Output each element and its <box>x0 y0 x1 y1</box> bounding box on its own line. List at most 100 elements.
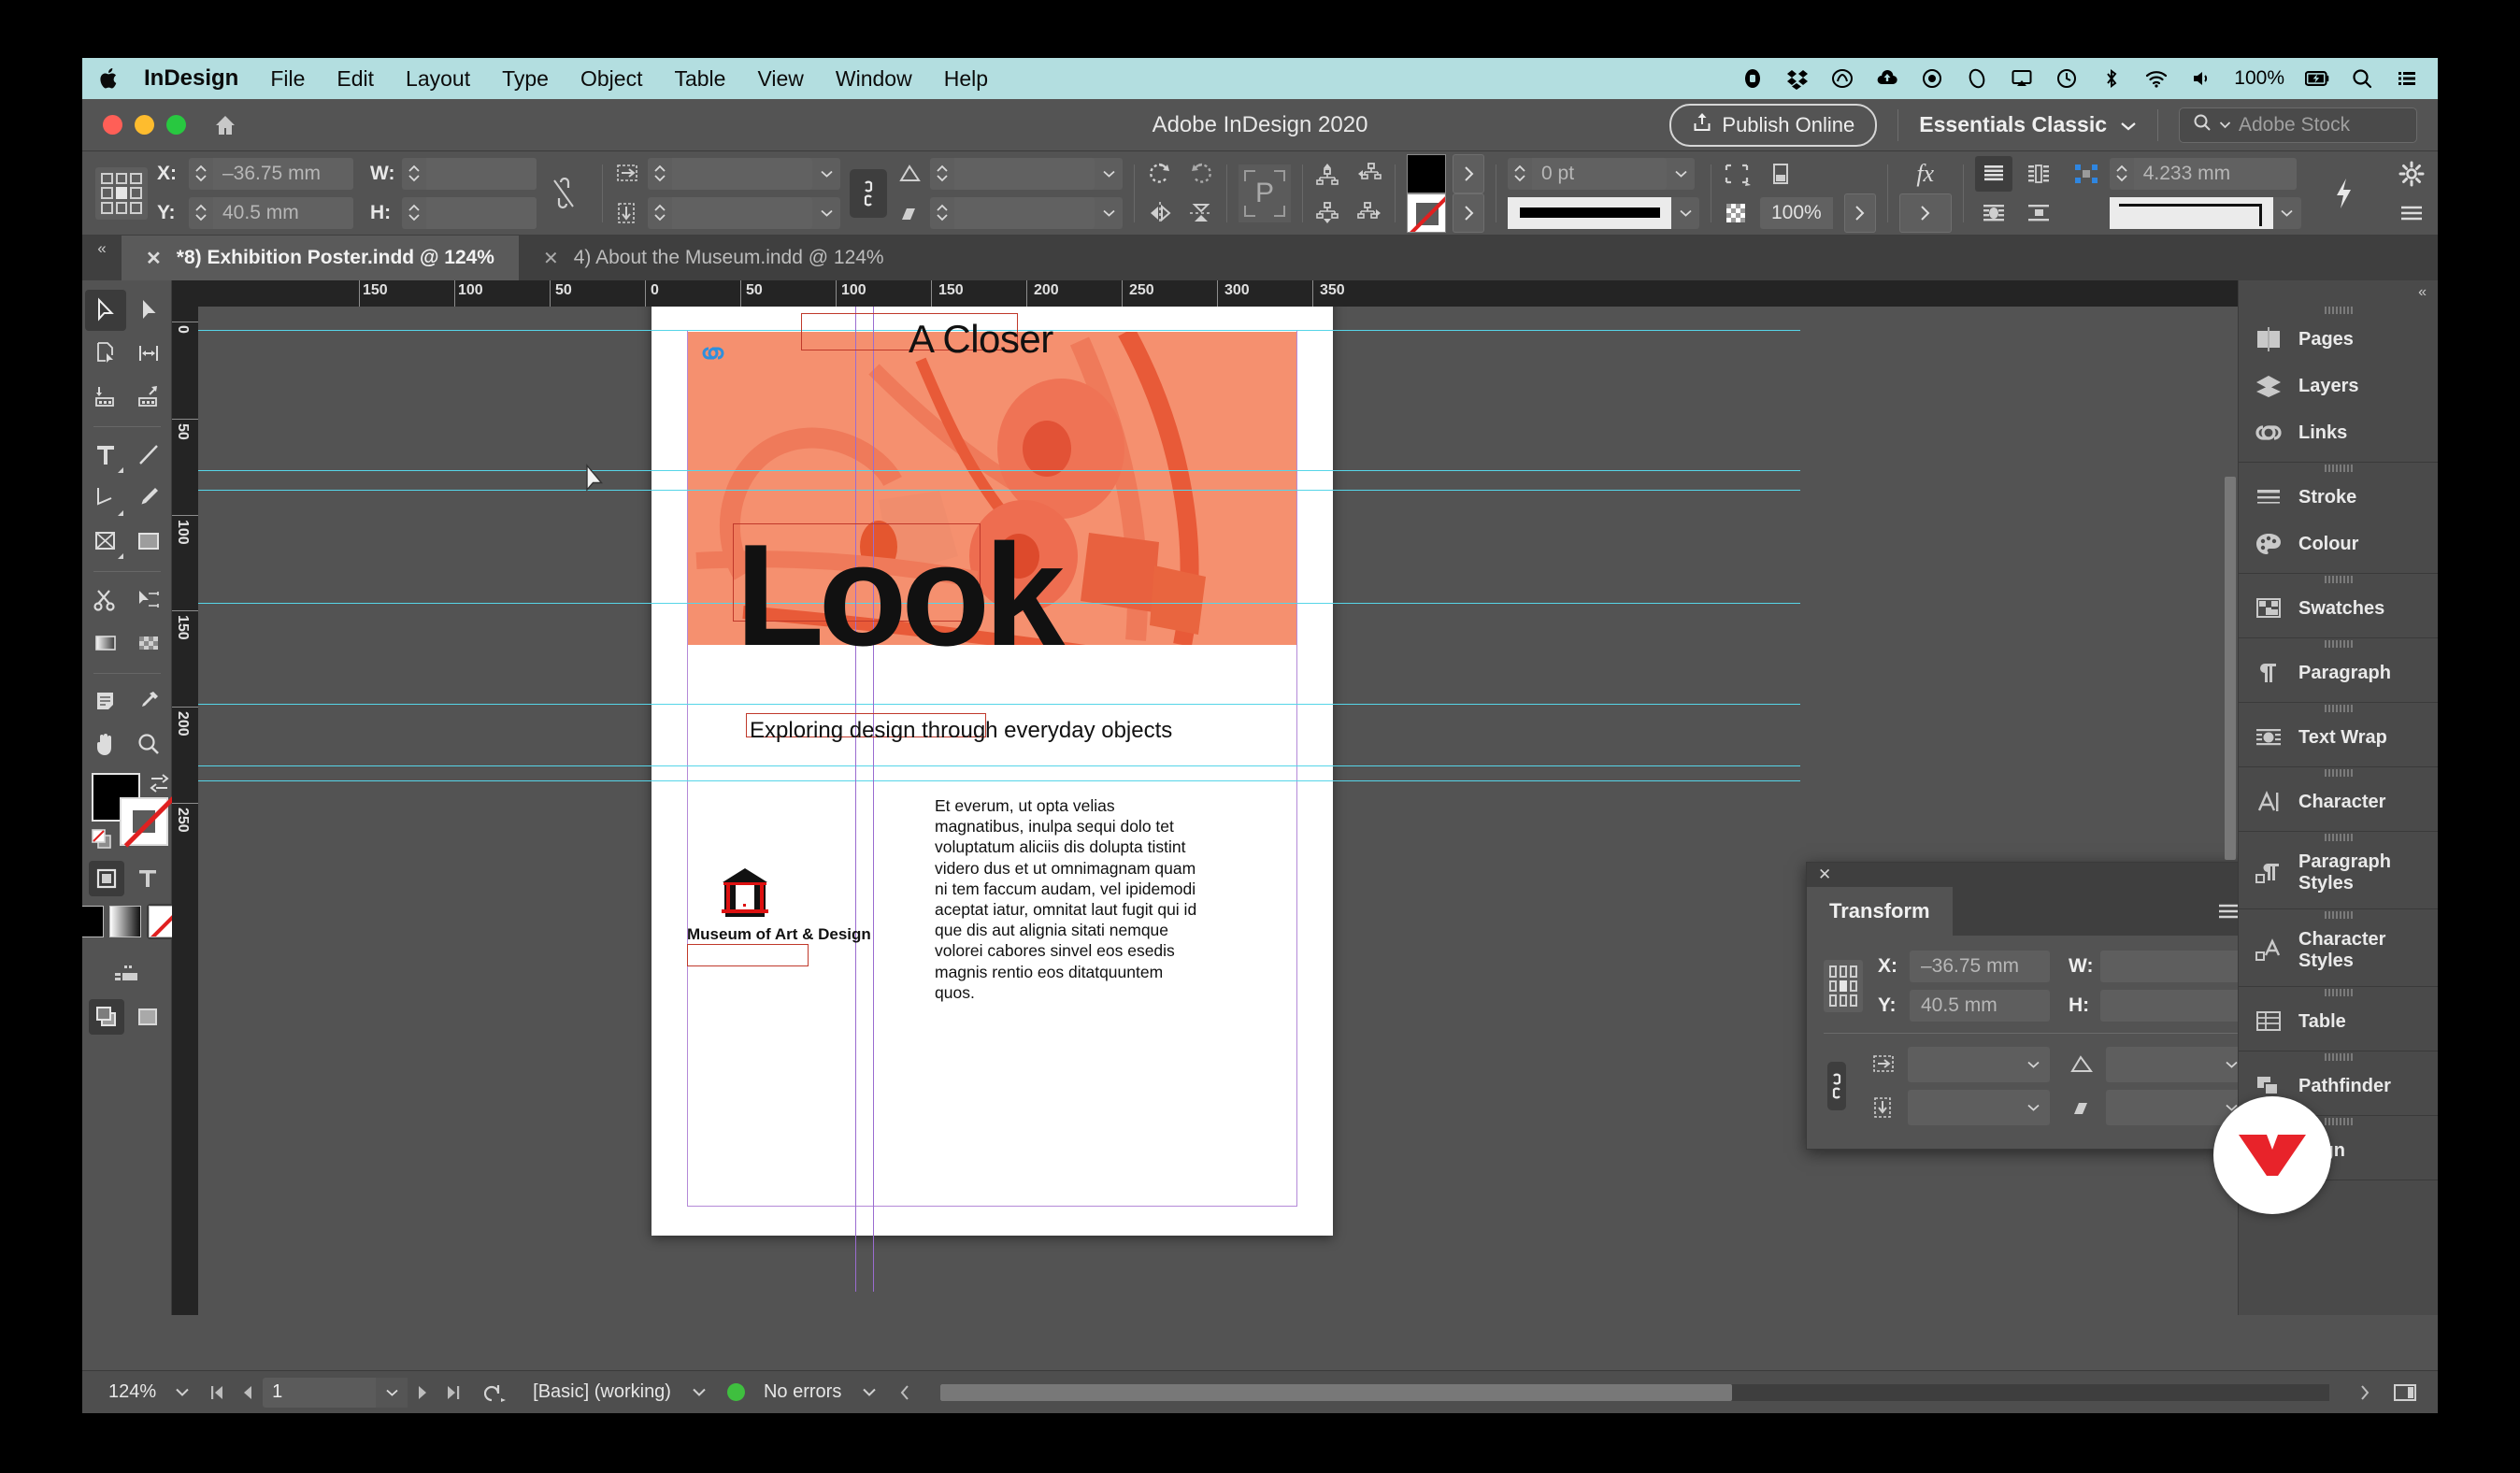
menu-help[interactable]: Help <box>928 66 1004 92</box>
lightning-quick-apply-icon[interactable] <box>2331 175 2355 212</box>
headline-main-text[interactable]: Look <box>736 522 1065 667</box>
wrap-object-shape-icon[interactable] <box>1975 195 2012 231</box>
stroke-weight-value[interactable]: 0 pt <box>1532 157 1667 190</box>
dock-grip[interactable] <box>2239 703 2438 714</box>
horizontal-scrollbar[interactable] <box>922 1371 2348 1413</box>
affects-text-icon[interactable] <box>130 861 165 896</box>
stroke-options-button[interactable] <box>1453 193 1484 233</box>
stepper-icon[interactable] <box>189 204 213 222</box>
screen-record-icon[interactable] <box>1740 66 1765 91</box>
dock-item-links[interactable]: Links <box>2239 409 2438 456</box>
stepper-icon[interactable] <box>930 164 954 182</box>
ref-pt-center[interactable] <box>1840 980 1847 993</box>
dock-item-pages[interactable]: Pages <box>2239 316 2438 363</box>
w-field[interactable] <box>402 157 537 190</box>
chain-link-icon[interactable] <box>1827 1062 1846 1110</box>
cloud-upload-icon[interactable] <box>1875 66 1899 91</box>
chevron-down-icon[interactable] <box>1095 169 1123 179</box>
preview-mode-alt-icon[interactable] <box>130 999 165 1035</box>
zoom-tool[interactable] <box>128 724 169 765</box>
dock-item-layers[interactable]: Layers <box>2239 363 2438 409</box>
content-collector-tool[interactable] <box>85 376 126 417</box>
vertical-guide[interactable] <box>855 307 856 1292</box>
close-icon[interactable]: ✕ <box>146 247 162 270</box>
adobe-stock-search[interactable]: Adobe Stock <box>2179 107 2417 143</box>
apple-icon[interactable] <box>99 66 120 91</box>
chain-link-icon[interactable] <box>850 168 887 218</box>
gradient-feather-tool[interactable] <box>128 622 169 664</box>
menu-edit[interactable]: Edit <box>321 66 390 92</box>
stroke-weight-field[interactable]: 0 pt <box>1508 157 1695 190</box>
select-content-page-icon[interactable] <box>1768 162 1794 186</box>
swap-fill-stroke-icon[interactable] <box>148 773 172 798</box>
airplay-icon[interactable] <box>2010 66 2034 91</box>
volume-icon[interactable] <box>2189 66 2213 91</box>
dock-grip[interactable] <box>2239 909 2438 921</box>
h-field[interactable] <box>402 196 537 229</box>
stepper-icon[interactable] <box>648 204 672 222</box>
pen-tool[interactable] <box>85 478 126 519</box>
stroke-swatch[interactable] <box>1407 193 1446 233</box>
document-canvas[interactable]: 150 100 50 0 50 100 150 200 250 300 350 <box>172 280 2438 1315</box>
affects-container-icon[interactable] <box>88 861 124 896</box>
body-text[interactable]: Et everum, ut opta velias magnatibus, in… <box>935 795 1200 1003</box>
scale-y-value[interactable] <box>672 196 812 229</box>
ref-pt-center[interactable] <box>115 187 128 199</box>
opacity-options-button[interactable] <box>1843 193 1876 233</box>
maximize-window-button[interactable] <box>166 115 186 135</box>
effects-options-button[interactable] <box>1898 193 1952 233</box>
ref-pt[interactable] <box>101 201 113 214</box>
scale-y-field[interactable] <box>1908 1090 2050 1125</box>
collapse-chevrons-icon[interactable]: « <box>2239 280 2438 305</box>
chevron-down-icon[interactable] <box>376 1377 408 1408</box>
free-transform-tool[interactable] <box>128 579 169 621</box>
scissors-tool[interactable] <box>85 579 126 621</box>
hamburger-menu-icon[interactable] <box>2398 203 2425 223</box>
dock-grip[interactable] <box>2239 305 2438 316</box>
scale-y-field[interactable] <box>648 196 840 229</box>
split-window-icon[interactable] <box>2382 1383 2438 1402</box>
ref-pt[interactable] <box>101 187 113 199</box>
apply-gradient-icon[interactable] <box>108 906 141 937</box>
horizontal-guide[interactable] <box>198 490 1800 491</box>
pencil-tool[interactable] <box>128 478 169 519</box>
vertical-guide[interactable] <box>873 307 874 1292</box>
dock-item-character-styles[interactable]: Character Styles <box>2239 921 2438 980</box>
dock-grip[interactable] <box>2239 574 2438 585</box>
select-next-icon[interactable] <box>1355 201 1383 225</box>
flip-vertical-icon[interactable] <box>1187 200 1215 226</box>
menu-object[interactable]: Object <box>565 66 658 92</box>
dock-item-table[interactable]: Table <box>2239 998 2438 1045</box>
wrap-bounding-box-icon[interactable] <box>2020 156 2057 192</box>
direct-selection-tool[interactable] <box>128 290 169 331</box>
headline-top-text[interactable]: A Closer <box>909 317 1053 362</box>
reference-point-proxy[interactable] <box>1824 960 1863 1012</box>
scale-x-field[interactable] <box>1908 1047 2050 1082</box>
bluetooth-icon[interactable] <box>2099 66 2124 91</box>
dock-item-paragraph[interactable]: Paragraph <box>2239 650 2438 696</box>
y-field[interactable]: 40.5 mm <box>189 196 353 229</box>
menu-layout[interactable]: Layout <box>390 66 486 92</box>
ref-pt[interactable] <box>1850 994 1857 1007</box>
normal-view-mode-icon[interactable] <box>109 956 145 992</box>
x-field[interactable]: –36.75 mm <box>189 157 353 190</box>
horizontal-guide[interactable] <box>198 470 1800 471</box>
ref-pt[interactable] <box>1850 980 1857 993</box>
ref-pt[interactable] <box>101 172 113 185</box>
chevron-down-icon[interactable] <box>2273 208 2301 218</box>
wrap-none-icon[interactable] <box>1974 155 2012 192</box>
preview-mode-icon[interactable] <box>88 999 124 1035</box>
menu-file[interactable]: File <box>254 66 321 92</box>
content-placer-tool[interactable] <box>128 376 169 417</box>
stroke-type-field[interactable] <box>1508 196 1699 229</box>
hand-tool[interactable] <box>85 724 126 765</box>
chevron-down-icon[interactable] <box>851 1387 888 1397</box>
ref-pt[interactable] <box>130 201 142 214</box>
menu-table[interactable]: Table <box>658 66 741 92</box>
wrap-jump-object-icon[interactable] <box>2020 195 2057 231</box>
gear-icon[interactable] <box>2398 161 2425 187</box>
dock-item-paragraph-styles[interactable]: Paragraph Styles <box>2239 843 2438 903</box>
fill-options-button[interactable] <box>1453 153 1484 193</box>
line-tool[interactable] <box>128 435 169 476</box>
dock-item-stroke[interactable]: Stroke <box>2239 474 2438 521</box>
